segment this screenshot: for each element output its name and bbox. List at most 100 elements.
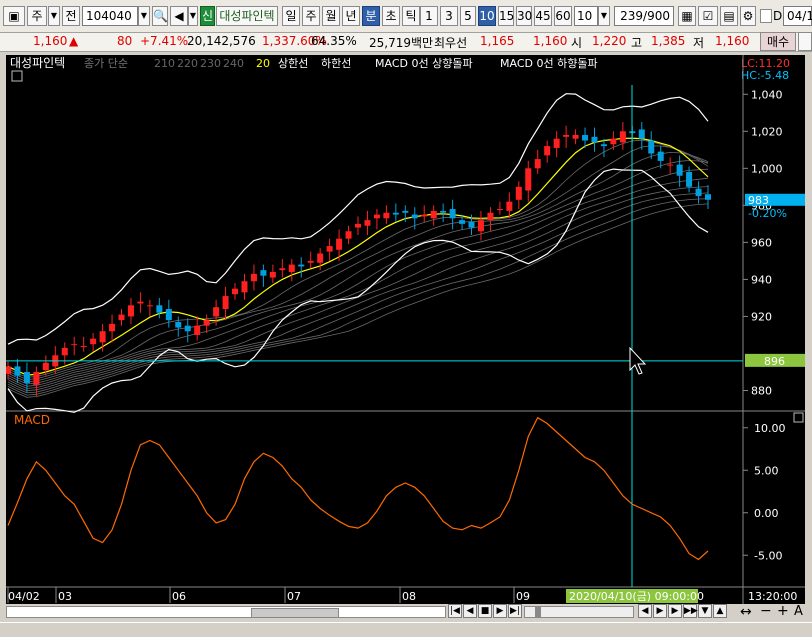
- candle-body: [534, 159, 541, 169]
- interval-button-10[interactable]: 10: [478, 6, 496, 26]
- horizontal-scrollbar[interactable]: [6, 606, 446, 618]
- table-icon[interactable]: ▤: [720, 6, 738, 26]
- legend-macd-up: MACD 0선 상향돌파: [375, 57, 473, 70]
- candle-body: [676, 164, 683, 176]
- d-checkbox[interactable]: [760, 9, 772, 23]
- plus-button[interactable]: +: [777, 603, 789, 619]
- tab-day[interactable]: 일: [282, 6, 300, 26]
- market-select[interactable]: 주: [27, 6, 47, 26]
- candle-body: [468, 222, 475, 228]
- macd-tick-label: 10.00: [754, 422, 786, 435]
- macd-tick-label: 5.00: [754, 464, 779, 477]
- speaker-icon[interactable]: ◀: [170, 6, 188, 26]
- legend-ma-periods: 210 220 230 240: [154, 57, 244, 70]
- chart-svg[interactable]: 대성파인텍 종가 단순 210 220 230 240 20 상한선 하한선 MACD…: [5, 55, 805, 608]
- minus-button[interactable]: −: [760, 603, 772, 619]
- interval-dropdown-icon[interactable]: ▼: [598, 6, 610, 26]
- interval-button-5[interactable]: 5: [460, 6, 476, 26]
- tab-month[interactable]: 월: [322, 6, 340, 26]
- interval-button-15[interactable]: 15: [498, 6, 514, 26]
- buy-button[interactable]: 매수: [760, 32, 796, 51]
- candle-body: [582, 134, 589, 141]
- collapse-icon[interactable]: ▼: [698, 604, 712, 618]
- zoom-out-icon[interactable]: ◀: [638, 604, 652, 618]
- interval-button-45[interactable]: 45: [534, 6, 552, 26]
- candle-body: [591, 136, 598, 143]
- font-size-button[interactable]: A: [794, 604, 803, 619]
- arrows-icon[interactable]: ↔: [740, 604, 752, 620]
- count-total: /900: [643, 9, 670, 23]
- chevron-down-icon[interactable]: ▼: [48, 6, 60, 26]
- status-strip: [0, 622, 812, 637]
- candle-body: [61, 347, 68, 356]
- date-input[interactable]: 04/1: [783, 6, 812, 26]
- grid-icon[interactable]: ▦: [678, 6, 696, 26]
- scroll-right-button[interactable]: ▶: [493, 604, 507, 618]
- interval-button-60[interactable]: 60: [554, 6, 572, 26]
- low-label: 저: [693, 36, 705, 50]
- up-arrow-icon: ▲: [69, 34, 79, 48]
- scroll-last-icon[interactable]: ▶|: [508, 604, 522, 618]
- candle-body: [118, 314, 125, 321]
- search-icon[interactable]: 🔍: [152, 6, 168, 26]
- moving-average-line: [7, 145, 709, 380]
- candle-body: [638, 129, 645, 139]
- expand-icon[interactable]: ▲: [713, 604, 727, 618]
- candle-body: [33, 371, 40, 385]
- code-dropdown-icon[interactable]: ▼: [138, 6, 150, 26]
- candle-body: [383, 212, 390, 219]
- speaker-dropdown-icon[interactable]: ▼: [188, 6, 198, 26]
- gear-icon[interactable]: ⚙: [740, 6, 756, 26]
- period-select[interactable]: 전: [62, 6, 80, 26]
- candle-body: [307, 260, 314, 263]
- candle-body: [222, 296, 229, 310]
- scroll-thumb[interactable]: [251, 608, 339, 618]
- sell-button[interactable]: [798, 32, 812, 51]
- check-icon[interactable]: ☑: [698, 6, 718, 26]
- price-tick-label: 960: [751, 236, 772, 249]
- count-input[interactable]: 239/900: [614, 6, 674, 26]
- candle-body: [288, 264, 295, 272]
- tab-minute[interactable]: 분: [362, 6, 380, 26]
- current-price-tag-text: 983: [748, 194, 769, 207]
- candle-body: [269, 271, 276, 278]
- tab-tick[interactable]: 틱: [402, 6, 420, 26]
- tab-year[interactable]: 년: [342, 6, 360, 26]
- tab-week[interactable]: 주: [302, 6, 320, 26]
- stop-icon[interactable]: ■: [478, 604, 492, 618]
- candle-body: [430, 210, 437, 219]
- current-change-tag: -0.20%: [748, 207, 787, 220]
- stock-code-input[interactable]: 104040: [82, 6, 138, 26]
- fit-icon[interactable]: ▶▶: [683, 604, 698, 618]
- candle-body: [165, 309, 172, 321]
- interval-button-1[interactable]: 1: [420, 6, 438, 26]
- zoom-in-icon[interactable]: ▶: [653, 604, 667, 618]
- zoom-slider[interactable]: [524, 606, 634, 618]
- macd-pane-toggle-icon[interactable]: [793, 412, 804, 423]
- interval-select[interactable]: 10: [574, 6, 598, 26]
- ask-price: 1,165: [480, 34, 515, 48]
- interval-button-30[interactable]: 30: [516, 6, 532, 26]
- candle-body: [402, 210, 409, 213]
- scroll-first-icon[interactable]: |◀: [448, 604, 462, 618]
- candle-body: [109, 323, 116, 332]
- high-price: 1,385: [651, 34, 686, 48]
- moving-average-line: [7, 168, 709, 387]
- candle-body: [137, 301, 144, 304]
- chart-area[interactable]: 대성파인텍 종가 단순 210 220 230 240 20 상한선 하한선 MACD…: [5, 55, 805, 608]
- legend-grid-icon[interactable]: [11, 70, 23, 82]
- low-price: 1,160: [715, 34, 750, 48]
- macd-pane: 10.00 5.00 0.00 -5.00: [7, 416, 786, 562]
- zoom-slider-thumb[interactable]: [535, 607, 541, 617]
- new-badge: 신: [200, 6, 215, 26]
- date-tick-label: 08: [402, 590, 416, 603]
- interval-button-3[interactable]: 3: [440, 6, 458, 26]
- scroll-left-button[interactable]: ◀: [463, 604, 477, 618]
- candle-body: [14, 366, 21, 376]
- play-icon[interactable]: ▶: [668, 604, 682, 618]
- stock-name-button[interactable]: 대성파인텍: [216, 6, 278, 26]
- candle-body: [5, 366, 11, 374]
- candle-body: [477, 220, 484, 232]
- tab-second[interactable]: 초: [382, 6, 400, 26]
- window-menu-icon[interactable]: ▣: [3, 6, 25, 26]
